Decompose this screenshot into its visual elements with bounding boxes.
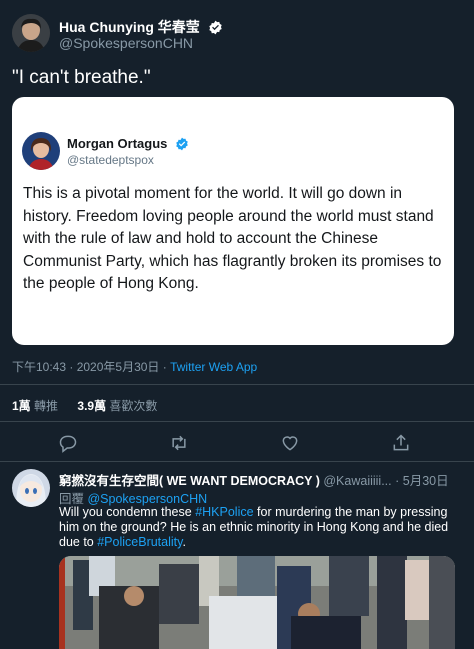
reply-header: 窮撚沒有生存空間( WE WANT DEMOCRACY ) @Kawaiiiii… — [59, 470, 449, 489]
reply-time[interactable]: · 5月30日 — [395, 474, 449, 488]
author-handle[interactable]: @SpokespersonCHN — [59, 35, 193, 51]
quote-verified-badge-icon — [176, 137, 188, 151]
reply-text-part-1: Will you condemn these — [59, 505, 196, 519]
quote-author-handle: @statedeptspox — [67, 153, 154, 167]
tweet-text: "I can't breathe." — [12, 67, 151, 88]
like-button[interactable] — [280, 433, 304, 453]
reply-avatar-image — [12, 469, 50, 507]
likes-label: 喜歡次數 — [109, 399, 158, 413]
reply-to-handle[interactable]: @SpokespersonCHN — [87, 492, 207, 506]
share-button[interactable] — [391, 433, 415, 453]
author-avatar-image — [12, 14, 50, 52]
author-name-row[interactable]: Hua Chunying 华春莹 — [59, 17, 223, 37]
quote-author-avatar — [22, 132, 60, 170]
divider-top — [0, 384, 474, 385]
divider-middle — [0, 421, 474, 422]
reply-icon — [59, 435, 77, 453]
likes-count: 3.9萬 — [77, 399, 107, 413]
hashtag-hkpolice[interactable]: #HKPolice — [195, 505, 253, 519]
reply-author-handle[interactable]: @Kawaiiiii... — [323, 474, 391, 488]
verified-badge-icon — [208, 20, 222, 35]
retweets-label: 轉推 — [34, 399, 59, 413]
tweet-source-app[interactable]: Twitter Web App — [170, 360, 257, 374]
reply-button[interactable] — [58, 433, 82, 453]
retweet-button[interactable] — [169, 433, 193, 453]
retweets-count: 1萬 — [12, 399, 31, 413]
share-icon — [393, 434, 409, 451]
quote-author-name-row: Morgan Ortagus — [67, 136, 189, 151]
reply-text-part-3: . — [182, 535, 186, 549]
retweet-icon — [172, 435, 186, 451]
reply-author-name[interactable]: 窮撚沒有生存空間( WE WANT DEMOCRACY ) — [59, 474, 320, 488]
author-avatar[interactable] — [12, 14, 50, 52]
photo-scene-image — [59, 556, 455, 649]
reply-text: Will you condemn these #HKPolice for mur… — [59, 505, 464, 550]
tweet-stats: 1萬 轉推 3.9萬 喜歡次數 — [12, 397, 157, 414]
reply-author-avatar[interactable] — [12, 469, 50, 507]
divider-bottom — [0, 461, 474, 462]
retweets-stat[interactable]: 1萬 轉推 — [12, 399, 61, 413]
likes-stat[interactable]: 3.9萬 喜歡次數 — [77, 399, 157, 413]
reply-photo[interactable] — [59, 556, 455, 649]
like-icon — [282, 436, 298, 451]
author-name[interactable]: Hua Chunying 华春莹 — [59, 19, 200, 35]
reply-prefix: 回覆 — [59, 492, 88, 506]
tweet-timestamp[interactable]: 下午10:43 · 2020年5月30日 · — [12, 360, 170, 374]
hashtag-policebrutality[interactable]: #PoliceBrutality — [97, 535, 182, 549]
quoted-tweet-card[interactable]: Morgan Ortagus @statedeptspox This is a … — [12, 97, 454, 345]
quote-avatar-image — [22, 132, 60, 170]
tweet-meta: 下午10:43 · 2020年5月30日 · Twitter Web App — [12, 358, 257, 375]
quote-author-name: Morgan Ortagus — [67, 136, 168, 151]
quote-text: This is a pivotal moment for the world. … — [23, 185, 442, 292]
